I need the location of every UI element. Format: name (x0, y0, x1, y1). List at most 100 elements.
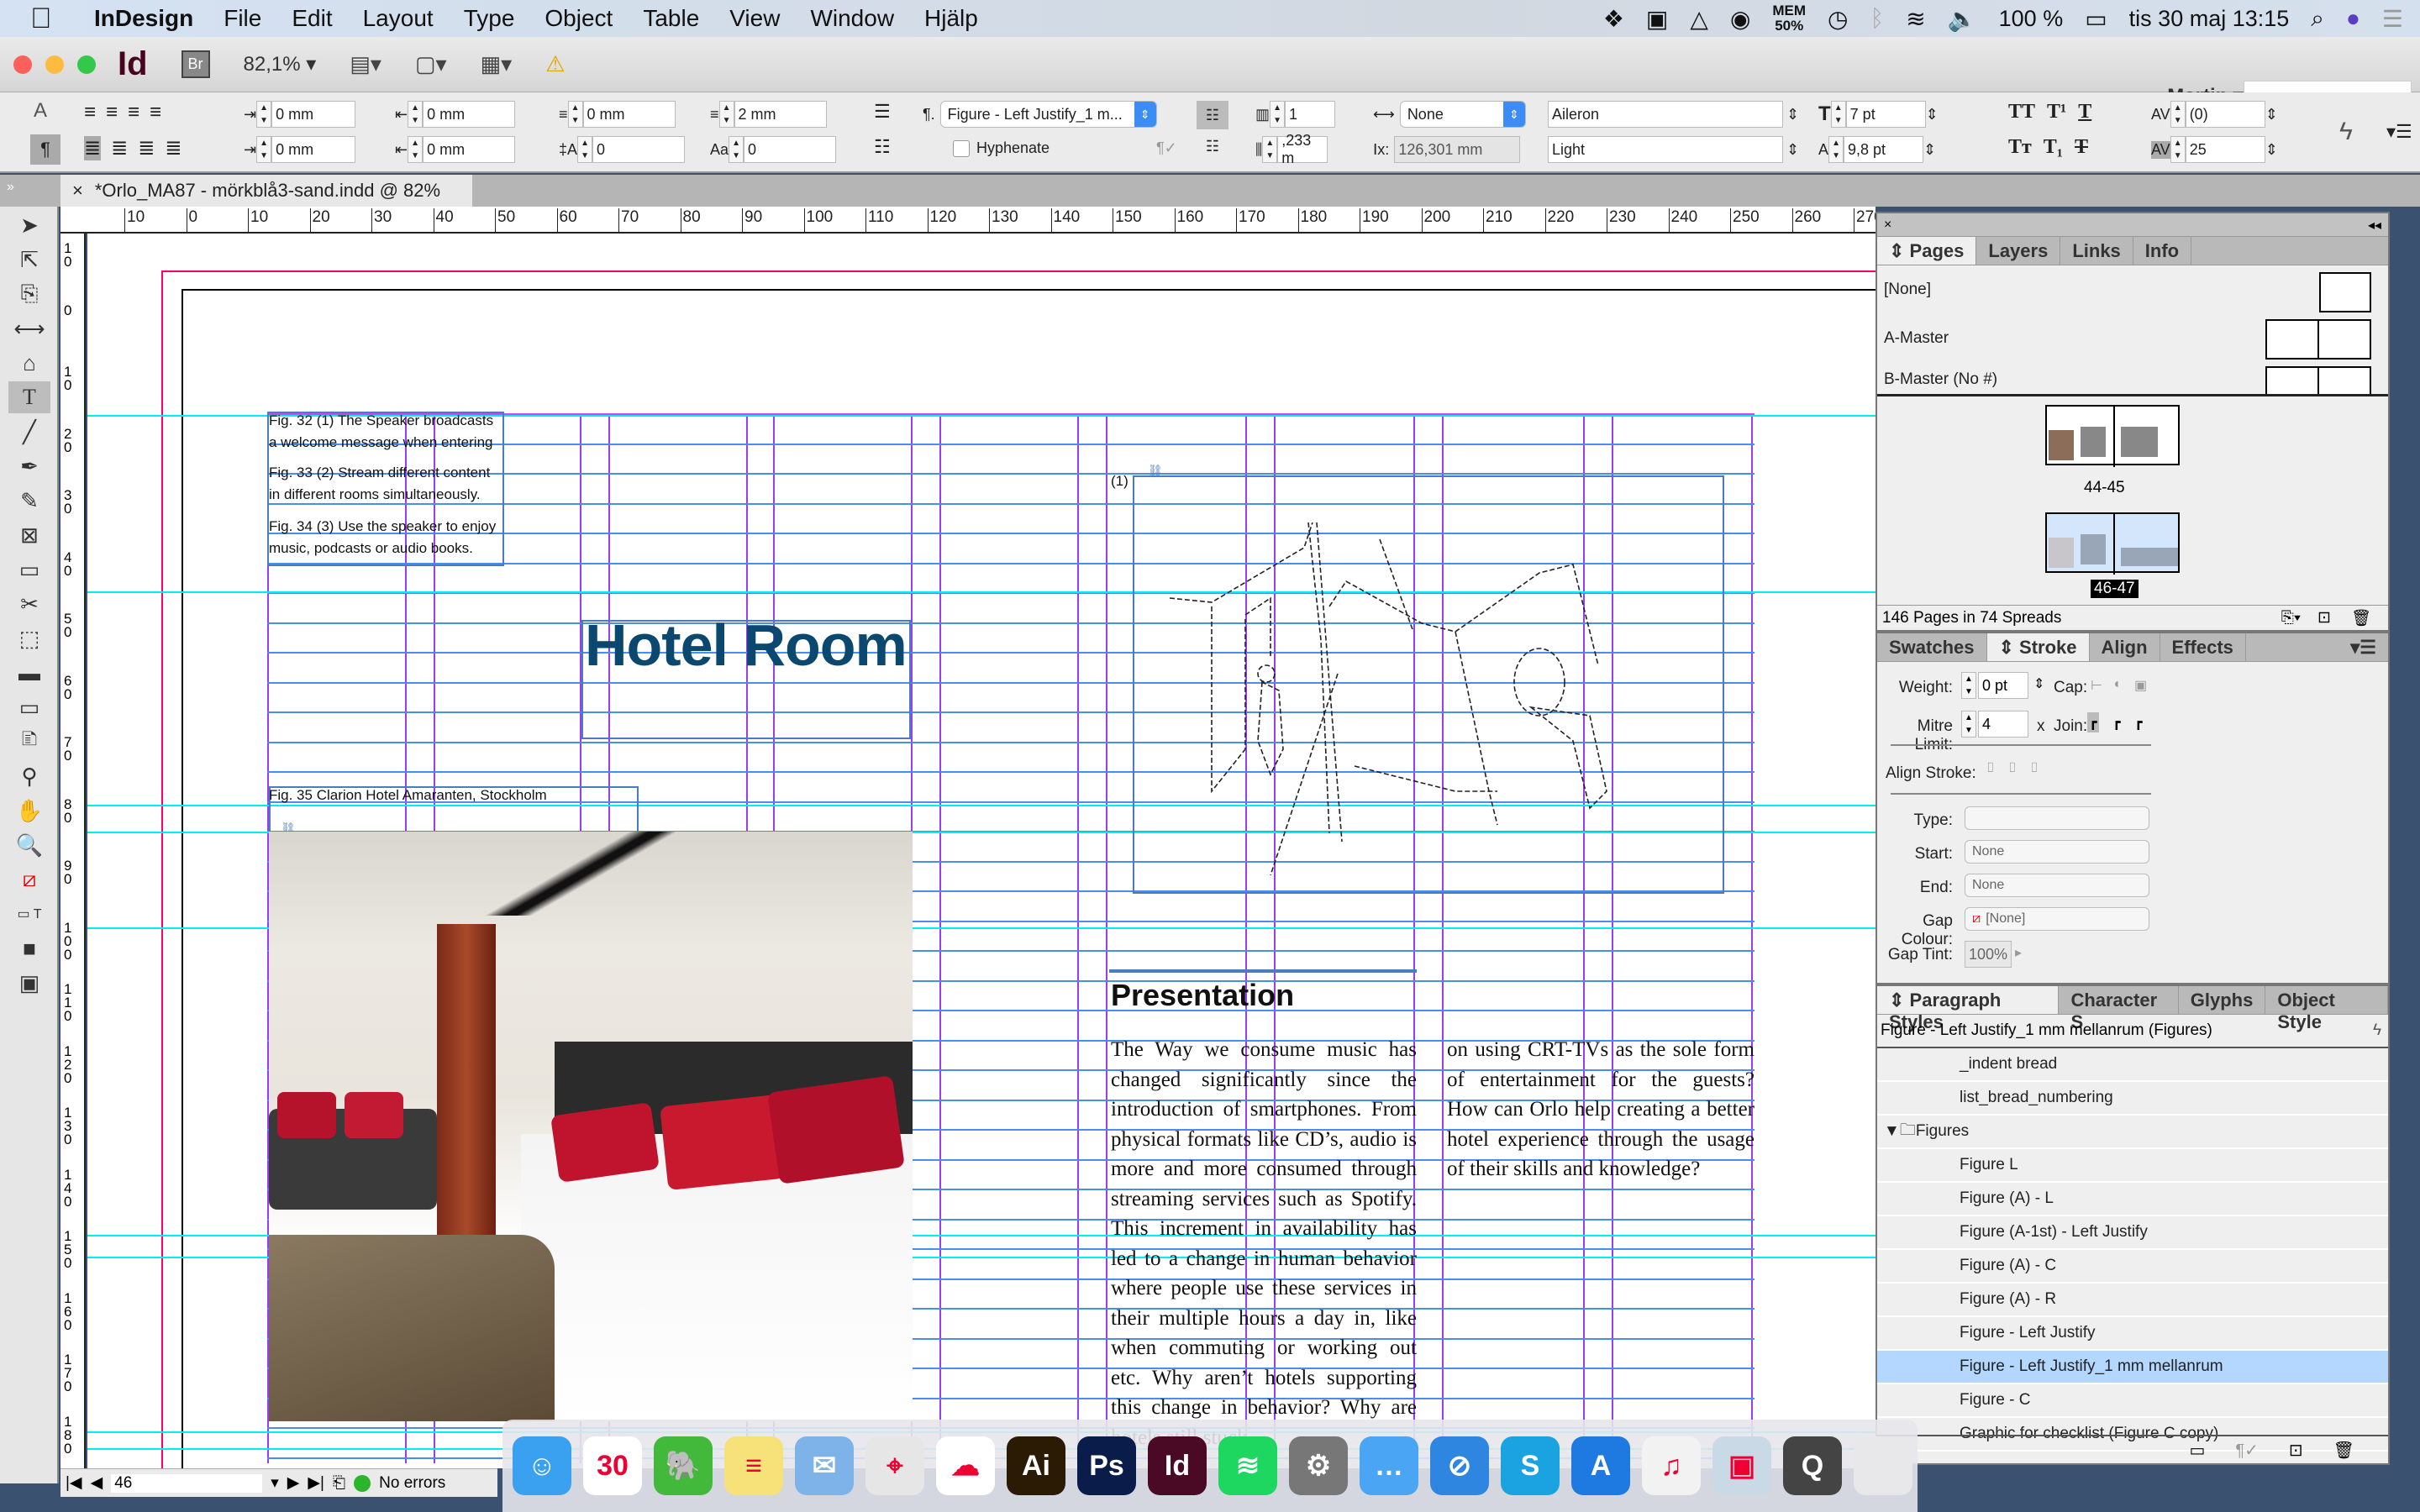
tab-object-styles[interactable]: Object Style (2265, 986, 2388, 1032)
font-family-input[interactable]: Aileron (1548, 101, 1783, 128)
dropbox-icon[interactable]: ❖ (1603, 5, 1624, 33)
style-group-folder[interactable]: ▼ 🗀 Figures (1877, 1116, 2388, 1149)
paragraph-style-item[interactable]: Figure (A) - R (1877, 1284, 2388, 1317)
screen-mode-icon[interactable]: ▢▾ (415, 51, 447, 77)
memory-meter[interactable]: MEM 50% (1772, 3, 1806, 34)
weight-stepper[interactable]: ▲ ▼ (1961, 672, 1976, 699)
join-bevel-icon[interactable]: ┏ (2134, 714, 2143, 731)
cap-butt-icon[interactable]: ⊢ (2091, 677, 2102, 694)
panel-menu-icon[interactable]: ▾☰ (2386, 121, 2412, 143)
tab-effects[interactable]: Effects (2160, 633, 2246, 661)
zoom-window-button[interactable] (77, 55, 96, 74)
last-line-indent-input[interactable]: 0 mm (423, 136, 516, 163)
drop-cap-chars-input[interactable]: 0 (744, 136, 837, 163)
last-line-indent-stepper[interactable]: ▲ ▼ (408, 136, 424, 163)
left-indent-stepper[interactable]: ▲ ▼ (256, 101, 272, 128)
line-tool-icon[interactable]: ╱ (8, 416, 50, 448)
kerning-stepper[interactable]: ▲ ▼ (2170, 101, 2186, 128)
quicktime-dock-icon[interactable]: Q (1783, 1436, 1842, 1495)
tab-glyphs[interactable]: Glyphs (2179, 986, 2266, 1014)
gradient-swatch-tool-icon[interactable]: ▬ (8, 657, 50, 689)
body-text-column-2[interactable]: on using CRT-TVs as the sole form of ent… (1447, 1035, 1754, 1184)
tab-swatches[interactable]: Swatches (1877, 633, 1987, 661)
body-text-column-1[interactable]: The Way we consume music has changed sig… (1111, 1035, 1417, 1455)
illustrator-dock-icon[interactable]: Ai (1007, 1436, 1065, 1495)
cap-square-icon[interactable]: ▣ (2134, 677, 2147, 694)
notification-center-icon[interactable]: ☰ (2382, 5, 2403, 33)
right-indent-stepper[interactable]: ▲ ▼ (408, 101, 424, 128)
bullets-icon[interactable]: ☰ (874, 101, 891, 123)
gap-tint-slider-icon[interactable]: ▸ (2015, 944, 2022, 961)
hyphenate-checkbox-box[interactable] (953, 139, 970, 157)
tab-info[interactable]: Info (2133, 237, 2192, 265)
drop-cap-lines-input[interactable]: 0 (592, 136, 686, 163)
horizontal-ruler[interactable]: 10 0 10 20 30 40 50 60 70 80 90 100 110 120 130 140 150 1… (60, 207, 1876, 234)
drop-cap-chars-stepper[interactable]: ▲ ▼ (729, 136, 744, 163)
finder-dock-icon[interactable]: ☺ (513, 1436, 571, 1495)
apple-menu-icon[interactable]:  (30, 3, 64, 35)
character-formatting-mode-icon[interactable]: A (34, 99, 47, 123)
tracking-stepper[interactable]: ▲ ▼ (2170, 136, 2186, 163)
new-style-icon[interactable]: ⊡ (2289, 1440, 2303, 1461)
tab-stroke[interactable]: ⇕ Stroke (1986, 633, 2090, 661)
wifi-icon[interactable]: ≋ (1906, 5, 1925, 33)
chevron-updown-icon[interactable]: ⇕ (2033, 675, 2044, 692)
eyedropper-tool-icon[interactable]: ⚲ (8, 760, 50, 792)
rectangle-frame-tool-icon[interactable]: ⊠ (8, 519, 50, 551)
align-right-icon[interactable]: ≡ (128, 101, 139, 124)
left-indent-input[interactable]: 0 mm (271, 101, 356, 128)
chevron-updown-icon[interactable]: ⇕ (2265, 141, 2278, 159)
gutter-stepper[interactable]: ▲ ▼ (1262, 136, 1278, 163)
maps-dock-icon[interactable]: ⌖ (865, 1436, 924, 1495)
screen-mode-icon[interactable]: ▣ (8, 967, 50, 999)
align-stroke-center-icon[interactable]: ⌷ (1986, 761, 1995, 776)
font-family-field[interactable]: Aileron ⇕ (1548, 101, 1799, 128)
type-tool-icon[interactable]: T (8, 381, 50, 413)
paragraph-style-item[interactable]: Figure (A) - C (1877, 1250, 2388, 1284)
preflight-status[interactable]: No errors (379, 1474, 445, 1493)
rectangle-tool-icon[interactable]: ▭ (8, 554, 50, 585)
join-miter-icon[interactable]: ┏ (2087, 712, 2099, 732)
page-dropdown-icon[interactable]: ▾ (271, 1473, 279, 1493)
photo-caption[interactable]: Fig. 35 Clarion Hotel Amaranten, Stockho… (269, 785, 547, 806)
last-page-icon[interactable]: ▶| (308, 1473, 324, 1493)
section-heading-presentation[interactable]: Presentation (1111, 978, 1294, 1013)
quick-apply-icon[interactable]: ϟ (2373, 1021, 2381, 1040)
notes-dock-icon[interactable]: ≡ (724, 1436, 783, 1495)
fill-stroke-icon[interactable]: ⧄ (8, 864, 50, 895)
paragraph-style-item[interactable]: Figure L (1877, 1149, 2388, 1183)
sketch-figure-label[interactable]: (1) (1111, 470, 1128, 492)
space-after-stepper[interactable]: ▲ ▼ (718, 101, 734, 128)
disclosure-triangle-icon[interactable]: ▼ (1884, 1122, 1900, 1141)
mail-dock-icon[interactable]: ✉ (795, 1436, 854, 1495)
all-caps-icon[interactable]: TT (2008, 101, 2035, 123)
delete-page-icon[interactable]: 🗑 (2351, 608, 2371, 628)
chevron-updown-icon[interactable]: ⇕ (1786, 106, 1799, 123)
next-page-icon[interactable]: ▶ (287, 1473, 300, 1493)
menu-table[interactable]: Table (643, 5, 699, 32)
menu-view[interactable]: View (729, 5, 780, 32)
columns-input[interactable]: 1 (1285, 101, 1336, 128)
indesign-dock-icon[interactable]: Id (1148, 1436, 1207, 1495)
space-before-input[interactable]: 0 mm (582, 101, 676, 128)
tracking-input[interactable]: 25 (2185, 136, 2265, 163)
numbering-icon[interactable]: ☷ (874, 136, 891, 158)
paragraph-style-item[interactable]: Figure - Left Justify_1 mm mellanrum (1877, 1351, 2388, 1384)
caption-fig33-line2[interactable]: in different rooms simultaneously. (269, 484, 481, 506)
messages-dock-icon[interactable]: … (1360, 1436, 1418, 1495)
caption-fig34-line1[interactable]: Fig. 34 (3) Use the speaker to enjoy (269, 516, 496, 538)
battery-percent[interactable]: 100 % (1999, 6, 2064, 32)
tab-align[interactable]: Align (2090, 633, 2160, 661)
align-stroke-outside-icon[interactable]: ⌷ (2030, 761, 2039, 776)
page-number-field[interactable]: 46 (111, 1473, 263, 1493)
scissors-tool-icon[interactable]: ✂ (8, 588, 50, 620)
previous-page-icon[interactable]: ◀ (91, 1473, 103, 1493)
headline-hotel-room[interactable]: Hotel Room (585, 612, 908, 679)
paragraph-style-item[interactable]: Figure (A) - L (1877, 1183, 2388, 1216)
menu-type[interactable]: Type (464, 5, 515, 32)
content-collector-icon[interactable]: ⌂ (8, 347, 50, 379)
spotify-dock-icon[interactable]: ≋ (1218, 1436, 1277, 1495)
delete-style-icon[interactable]: 🗑 (2333, 1440, 2354, 1461)
safari-dock-icon[interactable]: ⊘ (1430, 1436, 1489, 1495)
menu-edit[interactable]: Edit (292, 5, 332, 32)
